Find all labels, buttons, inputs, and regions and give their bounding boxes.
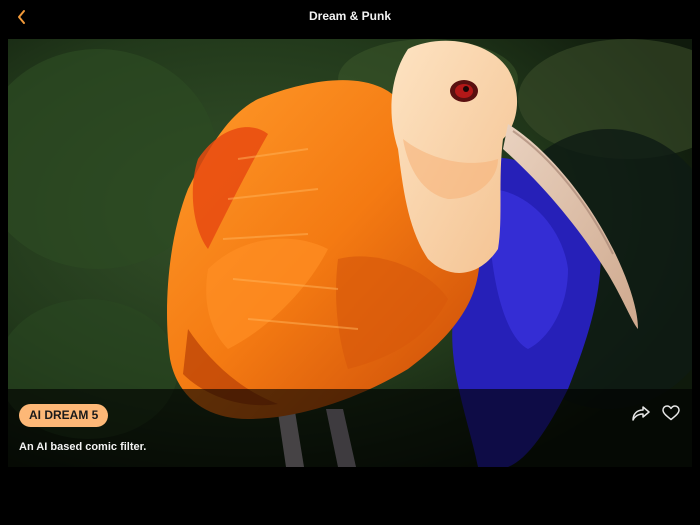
- like-button[interactable]: [660, 402, 682, 424]
- heart-outline-icon: [662, 405, 680, 421]
- filter-description: An AI based comic filter.: [19, 441, 147, 453]
- filter-info-panel: AI DREAM 5 An AI based comic filter.: [8, 389, 692, 467]
- share-arrow-icon: [632, 406, 650, 421]
- nav-bar: Dream & Punk: [0, 0, 700, 34]
- share-button[interactable]: [630, 402, 652, 424]
- filter-name-badge[interactable]: AI DREAM 5: [19, 404, 109, 427]
- screen: Dream & Punk AI DREAM 5 An AI based comi…: [0, 0, 700, 525]
- page-title: Dream & Punk: [308, 9, 392, 23]
